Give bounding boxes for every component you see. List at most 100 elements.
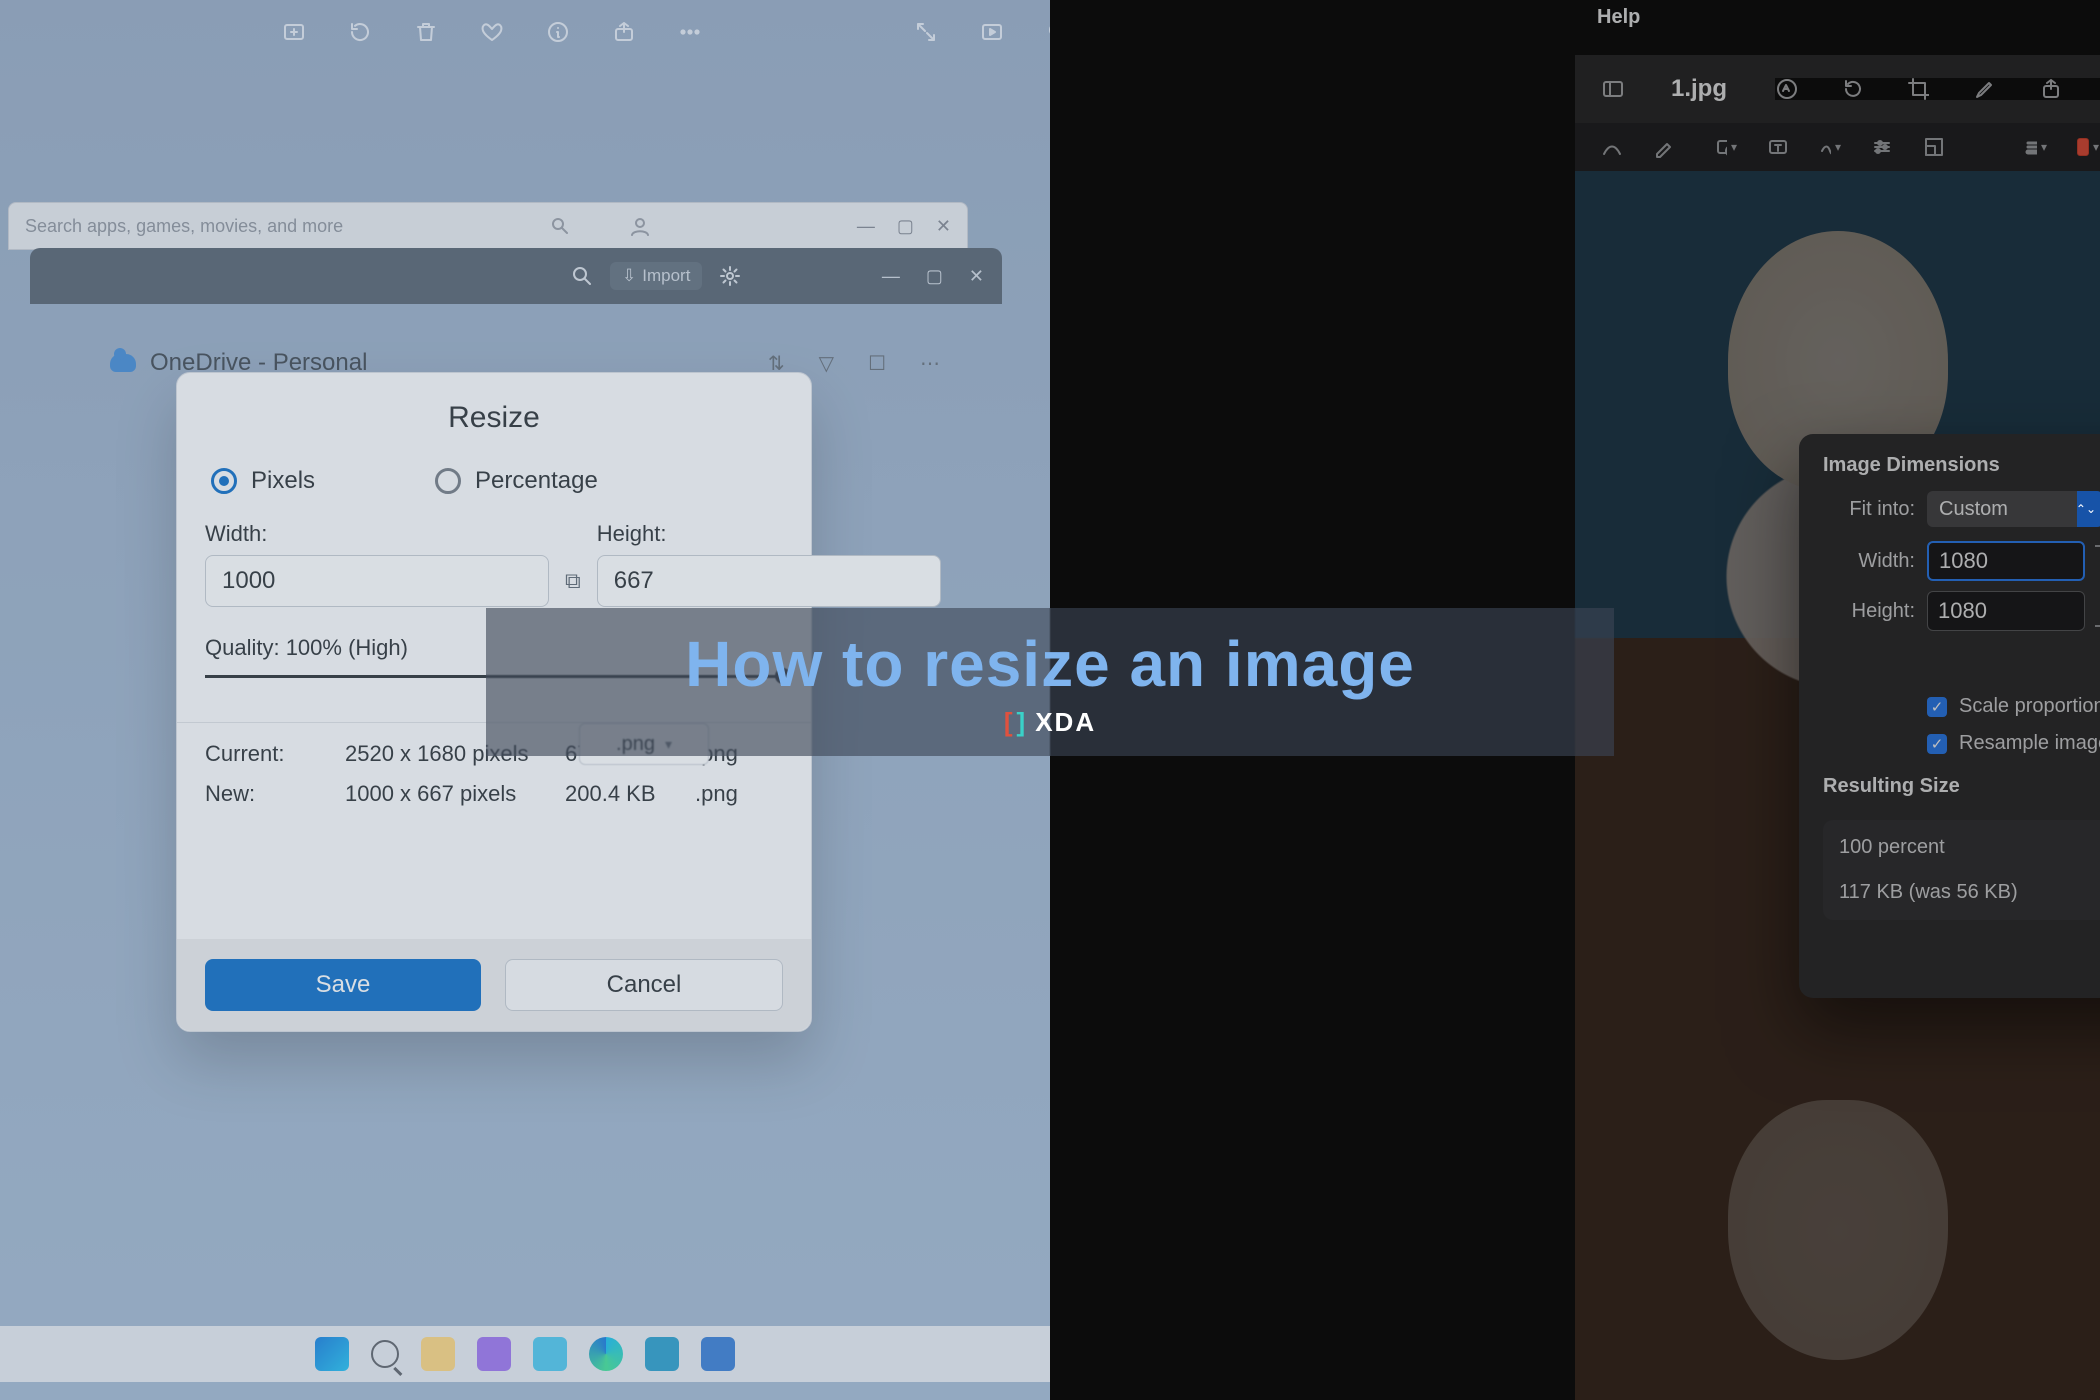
mac-height-input[interactable] bbox=[1927, 591, 2085, 631]
new-label: New: bbox=[205, 781, 345, 807]
radio-pixels[interactable]: Pixels bbox=[211, 467, 315, 495]
edge-icon[interactable] bbox=[589, 1337, 623, 1371]
sidebar-toggle-icon[interactable] bbox=[1601, 78, 1623, 100]
new-size: 200.4 KB bbox=[565, 781, 695, 807]
mac-image-dimensions-dialog: Image Dimensions Fit into: Custom ⌃⌄ pix… bbox=[1799, 434, 2100, 998]
start-icon[interactable] bbox=[315, 1337, 349, 1371]
chat-icon[interactable] bbox=[477, 1337, 511, 1371]
search-icon[interactable] bbox=[568, 262, 596, 290]
sign-icon[interactable] bbox=[1819, 136, 1841, 158]
rotate-icon[interactable] bbox=[1841, 78, 1863, 100]
task-view-icon[interactable] bbox=[421, 1337, 455, 1371]
store-search-placeholder[interactable]: Search apps, games, movies, and more bbox=[25, 216, 343, 237]
share-icon[interactable] bbox=[2039, 78, 2061, 100]
fit-into-value: Custom bbox=[1939, 498, 2008, 521]
unit-radio-group: Pixels Percentage bbox=[211, 467, 783, 495]
minimize-icon[interactable]: — bbox=[882, 266, 900, 287]
radio-percentage[interactable]: Percentage bbox=[435, 467, 598, 495]
rotate-icon[interactable] bbox=[346, 18, 374, 46]
new-ext: .png bbox=[695, 781, 765, 807]
sketch-icon[interactable] bbox=[1601, 136, 1623, 158]
minimize-icon[interactable]: — bbox=[857, 216, 875, 237]
height-input[interactable] bbox=[597, 555, 941, 607]
dialog-title: Resize bbox=[205, 401, 783, 435]
select-icon[interactable]: ☐ bbox=[868, 351, 886, 376]
mac-dialog-header: Image Dimensions bbox=[1823, 454, 2100, 477]
radio-dot-icon bbox=[211, 468, 237, 494]
search-icon[interactable] bbox=[546, 212, 574, 240]
radio-percentage-label: Percentage bbox=[475, 467, 598, 495]
scale-label: Scale proportionally bbox=[1959, 695, 2100, 718]
import-label: Import bbox=[642, 266, 690, 286]
close-icon[interactable]: ✕ bbox=[936, 216, 951, 237]
width-label: Width: bbox=[205, 521, 549, 547]
mac-width-input[interactable] bbox=[1927, 541, 2085, 581]
brand-text: XDA bbox=[1035, 707, 1096, 738]
resample-label: Resample image bbox=[1959, 732, 2100, 755]
taskbar-search-icon[interactable] bbox=[371, 1340, 399, 1368]
bracket-right-icon: ] bbox=[1017, 707, 1028, 738]
fit-into-dropdown[interactable]: Custom ⌃⌄ bbox=[1927, 491, 2100, 527]
scale-checkbox[interactable]: ✓ bbox=[1927, 697, 1947, 717]
resulting-header: Resulting Size bbox=[1823, 775, 2100, 798]
mac-toolbar-markup: Aa bbox=[1575, 123, 2100, 171]
menu-help[interactable]: Help bbox=[1597, 6, 1640, 28]
resample-checkbox[interactable]: ✓ bbox=[1927, 734, 1947, 754]
cancel-button[interactable]: Cancel bbox=[505, 959, 783, 1011]
maximize-icon[interactable]: ▢ bbox=[897, 216, 914, 237]
file-explorer-icon[interactable] bbox=[533, 1337, 567, 1371]
xda-logo: [ ] XDA bbox=[1004, 707, 1096, 738]
mac-menubar: Help bbox=[1575, 6, 2100, 32]
account-icon[interactable] bbox=[626, 212, 654, 240]
chevron-updown-icon: ⌃⌄ bbox=[2076, 502, 2096, 516]
mac-toolbar-main: 1.jpg bbox=[1575, 55, 2100, 123]
fit-into-label: Fit into: bbox=[1823, 498, 1915, 521]
fill-color-icon[interactable] bbox=[2077, 136, 2099, 158]
resulting-size: 117 KB (was 56 KB) bbox=[1839, 881, 2100, 904]
slideshow-icon[interactable] bbox=[978, 18, 1006, 46]
new-dims: 1000 x 667 pixels bbox=[345, 781, 565, 807]
aspect-brace-icon bbox=[2095, 545, 2100, 627]
headline: How to resize an image bbox=[685, 627, 1415, 701]
radio-pixels-label: Pixels bbox=[251, 467, 315, 495]
fullscreen-icon[interactable] bbox=[912, 18, 940, 46]
photos-app-icon[interactable] bbox=[701, 1337, 735, 1371]
article-title-overlay: How to resize an image [ ] XDA bbox=[486, 608, 1614, 756]
mac-width-label: Width: bbox=[1823, 550, 1915, 573]
store-icon[interactable] bbox=[645, 1337, 679, 1371]
filter-icon[interactable]: ▽ bbox=[819, 351, 834, 376]
more-icon[interactable]: ⋯ bbox=[920, 351, 940, 376]
markup-icon[interactable] bbox=[1775, 78, 1797, 100]
resulting-box: 100 percent 117 KB (was 56 KB) bbox=[1823, 820, 2100, 920]
import-button[interactable]: ⇩ Import bbox=[610, 262, 702, 290]
height-label: Height: bbox=[597, 521, 941, 547]
info-icon[interactable] bbox=[544, 18, 572, 46]
link-aspect-icon[interactable]: ⧉ bbox=[565, 555, 581, 607]
width-input[interactable] bbox=[205, 555, 549, 607]
adjust-size-icon[interactable] bbox=[1923, 136, 1945, 158]
cloud-icon bbox=[110, 354, 136, 372]
radio-dot-icon bbox=[435, 468, 461, 494]
favorite-icon[interactable] bbox=[478, 18, 506, 46]
share-icon[interactable] bbox=[610, 18, 638, 46]
mac-height-label: Height: bbox=[1823, 600, 1915, 623]
draw-icon[interactable] bbox=[1653, 136, 1675, 158]
store-window: Search apps, games, movies, and more — ▢… bbox=[8, 202, 968, 250]
line-weight-icon[interactable] bbox=[2025, 136, 2047, 158]
adjust-color-icon[interactable] bbox=[1871, 136, 1893, 158]
file-name: 1.jpg bbox=[1671, 75, 1727, 103]
shapes-icon[interactable] bbox=[1715, 136, 1737, 158]
save-button[interactable]: Save bbox=[205, 959, 481, 1011]
import-icon: ⇩ bbox=[622, 266, 636, 286]
bracket-left-icon: [ bbox=[1004, 707, 1015, 738]
add-to-album-icon[interactable] bbox=[280, 18, 308, 46]
win-taskbar bbox=[0, 1326, 1050, 1382]
more-icon[interactable] bbox=[676, 18, 704, 46]
crop-icon[interactable] bbox=[1907, 78, 1929, 100]
settings-icon[interactable] bbox=[716, 262, 744, 290]
text-icon[interactable] bbox=[1767, 136, 1789, 158]
maximize-icon[interactable]: ▢ bbox=[926, 266, 943, 287]
delete-icon[interactable] bbox=[412, 18, 440, 46]
close-icon[interactable]: ✕ bbox=[969, 266, 984, 287]
highlight-icon[interactable] bbox=[1973, 78, 1995, 100]
